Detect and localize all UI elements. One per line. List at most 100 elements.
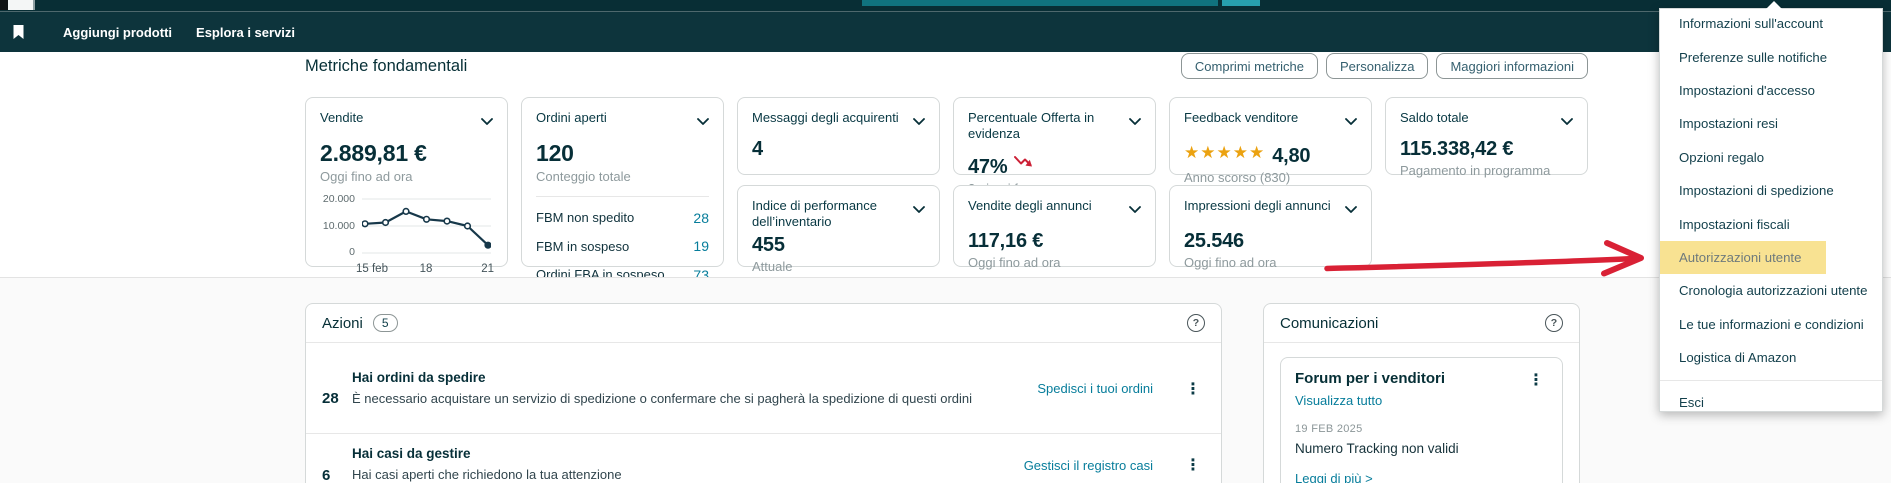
chevron-down-icon[interactable] [1129,201,1141,219]
card-title: Messaggi degli acquirenti [752,110,899,125]
row-label: FBM non spedito [536,210,635,225]
page-title: Metriche fondamentali [305,56,468,75]
kebab-menu-icon[interactable] [1181,379,1205,399]
impressions-subtitle: Oggi fino ad ora [1184,255,1277,270]
orders-value: 120 [536,140,574,166]
collapse-metrics-button[interactable]: Comprimi metriche [1180,53,1318,79]
menu-item-impostazioni-spedizione[interactable]: Impostazioni di spedizione [1660,174,1882,207]
action-count: 6 [322,466,331,483]
ship-orders-link[interactable]: Spedisci i tuoi ordini [1037,381,1153,396]
metric-card-vendite-annunci[interactable]: Vendite degli annunci 117,16 € Oggi fino… [953,185,1156,270]
sales-value: 2.889,81 € [320,140,427,166]
action-heading: Hai ordini da spedire [352,369,486,385]
more-info-button[interactable]: Maggiori informazioni [1436,53,1588,79]
chevron-down-icon[interactable] [913,113,925,131]
chevron-down-icon[interactable] [1345,113,1357,131]
x-tick: 15 feb [356,263,388,275]
case-log-link[interactable]: Gestisci il registro casi [1024,458,1153,473]
chevron-down-icon[interactable] [1129,113,1141,131]
bookmark-icon[interactable] [12,24,25,40]
action-count: 28 [322,390,339,407]
menu-item-impostazioni-fiscali[interactable]: Impostazioni fiscali [1660,207,1882,240]
kebab-menu-icon[interactable] [1524,370,1548,390]
row-value[interactable]: 28 [693,210,709,226]
menu-item-autorizzazioni-utente[interactable]: Autorizzazioni utente [1660,240,1826,275]
kebab-menu-icon[interactable] [1181,455,1205,475]
metric-card-ipi[interactable]: Indice di performance dell’inventario 45… [737,185,940,274]
metric-card-ordini-aperti[interactable]: Ordini aperti 120 Conteggio totale FBM n… [521,97,724,283]
chrome-tab-remnant [8,0,33,10]
comunicazioni-title: Comunicazioni [1280,314,1379,332]
forum-date: 19 FEB 2025 [1295,423,1363,435]
search-bar-remnant[interactable] [862,0,1218,6]
x-tick: 21 [481,263,494,275]
metric-card-impressioni[interactable]: Impressioni degli annunci 25.546 Oggi fi… [1169,185,1372,270]
menu-item-impostazioni-resi[interactable]: Impostazioni resi [1660,107,1882,140]
menu-item-opzioni-regalo[interactable]: Opzioni regalo [1660,141,1882,174]
metric-card-saldo[interactable]: Saldo totale 115.338,42 € Pagamento in p… [1385,97,1588,178]
customize-button[interactable]: Personalizza [1326,53,1429,79]
balance-subtitle: Pagamento in programma [1400,163,1551,178]
order-row-fbm-in-sospeso[interactable]: FBM in sospeso 19 [536,238,709,254]
card-title: Vendite [320,110,364,125]
y-tick: 10.000 [322,220,355,232]
view-all-link[interactable]: Visualizza tutto [1295,393,1382,408]
action-item-casi: Hai casi da gestire 6 Hai casi aperti ch… [306,433,1221,483]
card-title: Saldo totale [1400,110,1469,125]
trend-down-icon [1014,155,1034,173]
metric-card-offerta-evidenza[interactable]: Percentuale Offerta in evidenza 47% 2 gi… [953,97,1156,196]
chevron-down-icon[interactable] [913,201,925,219]
chevron-down-icon[interactable] [481,113,493,131]
y-tick: 0 [349,246,355,258]
read-more-link[interactable]: Leggi di più > [1295,471,1373,483]
sales-subtitle: Oggi fino ad ora [320,169,413,184]
divider [536,196,709,197]
metric-card-messaggi[interactable]: Messaggi degli acquirenti 4 [737,97,940,175]
chrome-corner [0,0,8,10]
help-icon[interactable] [1187,314,1205,332]
chrome-divider [33,0,35,10]
account-menu-dropdown: Informazioni sull'account Preferenze sul… [1659,1,1883,412]
action-item-ordini: Hai ordini da spedire 28 È necessario ac… [306,343,1221,433]
azioni-title: Azioni [322,314,363,332]
y-tick: 20.000 [322,193,355,205]
menu-item-informazioni-condizioni[interactable]: Le tue informazioni e condizioni [1660,308,1882,341]
card-title: Ordini aperti [536,110,607,125]
x-tick: 18 [419,263,433,275]
menu-item-impostazioni-accesso[interactable]: Impostazioni d'accesso [1660,74,1882,107]
featured-offer-value: 47% [968,156,1008,178]
card-title: Vendite degli annunci [968,198,1092,213]
action-description: È necessario acquistare un servizio di s… [352,390,973,406]
menu-item-informazioni-account[interactable]: Informazioni sull'account [1660,7,1882,40]
menu-divider [1660,380,1882,382]
nav-aggiungi-prodotti[interactable]: Aggiungi prodotti [63,25,172,40]
menu-item-cronologia-autorizzazioni[interactable]: Cronologia autorizzazioni utente [1660,274,1882,307]
chevron-down-icon[interactable] [697,113,709,131]
menu-caret-icon [1766,1,1782,9]
chevron-down-icon[interactable] [1345,201,1357,219]
seller-central-dashboard: Aggiungi prodotti Esplora i servizi Metr… [0,0,1891,483]
chevron-down-icon[interactable] [1561,113,1573,131]
order-row-fbm-non-spedito[interactable]: FBM non spedito 28 [536,210,709,226]
menu-item-preferenze-notifiche[interactable]: Preferenze sulle notifiche [1660,40,1882,73]
comunicazioni-section: Comunicazioni Forum per i venditori Visu… [1263,303,1580,483]
nav-esplora-servizi[interactable]: Esplora i servizi [196,25,295,40]
top-navbar: Aggiungi prodotti Esplora i servizi [0,12,1891,52]
menu-item-logistica-amazon[interactable]: Logistica di Amazon [1660,341,1882,374]
forum-subject: Numero Tracking non validi [1295,441,1459,456]
row-value[interactable]: 19 [693,238,709,254]
ipi-value: 455 [752,234,785,256]
card-title: Feedback venditore [1184,110,1299,125]
search-button-remnant[interactable] [1222,0,1260,6]
help-icon[interactable] [1545,314,1563,332]
forum-title: Forum per i venditori [1295,370,1446,387]
card-title: Percentuale Offerta in evidenza [968,110,1095,141]
menu-item-esci[interactable]: Esci [1660,386,1882,419]
row-label: FBM in sospeso [536,238,630,254]
messages-value: 4 [752,138,763,160]
sales-chart: 20.000 10.000 0 [320,193,493,260]
ad-sales-value: 117,16 € [968,230,1044,252]
metric-card-feedback[interactable]: Feedback venditore ★★★★★ 4,80 Anno scors… [1169,97,1372,185]
metric-card-vendite[interactable]: Vendite 2.889,81 € Oggi fino ad ora 20.0… [305,97,508,275]
ad-sales-subtitle: Oggi fino ad ora [968,255,1061,270]
